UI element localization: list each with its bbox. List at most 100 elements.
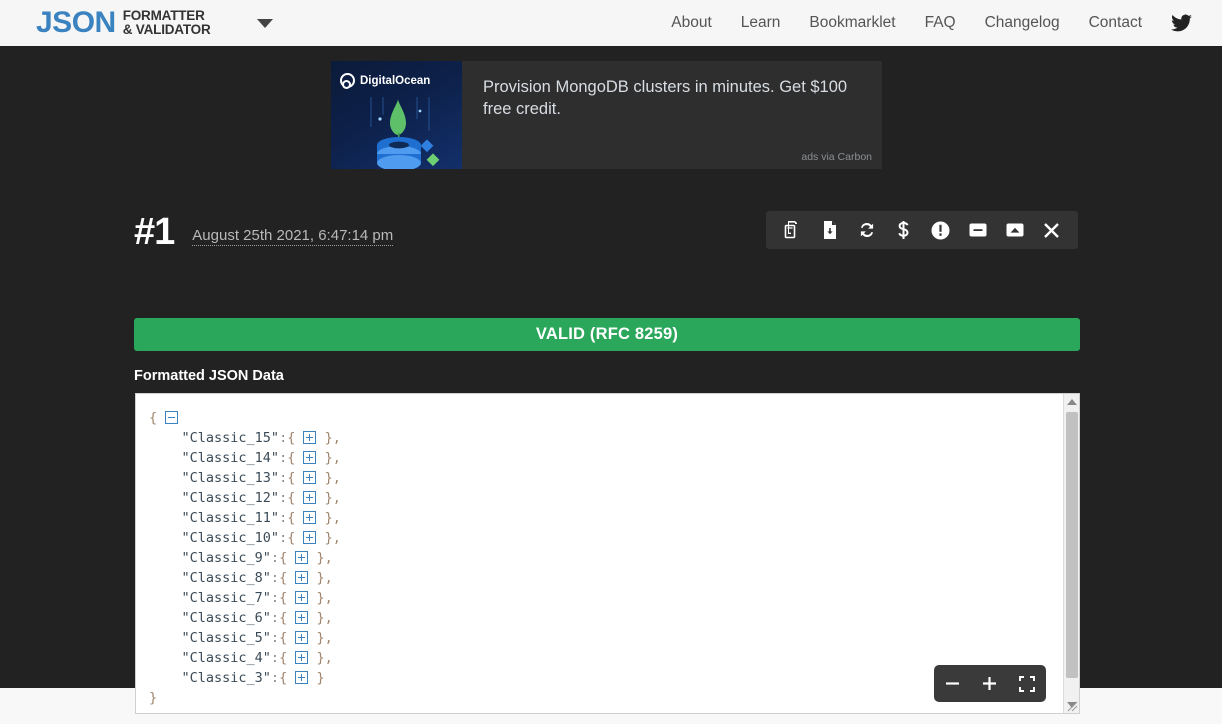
json-key: "Classic_14" — [181, 450, 280, 466]
nav-link-contact[interactable]: Contact — [1089, 14, 1142, 32]
expand-toggle-10[interactable] — [295, 631, 309, 644]
nav-link-bookmarklet[interactable]: Bookmarklet — [809, 14, 895, 32]
plus-icon[interactable] — [976, 670, 1004, 698]
json-colon: : — [270, 610, 280, 626]
collapse-toggle-root[interactable] — [165, 411, 179, 424]
expand-toggle-0[interactable] — [303, 431, 317, 444]
json-brace-close: } — [324, 470, 333, 486]
json-colon: : — [279, 470, 288, 486]
json-comma: , — [324, 630, 333, 646]
expand-toggle-7[interactable] — [295, 571, 309, 584]
json-brace-close: } — [324, 450, 333, 466]
json-brace-open: { — [279, 610, 288, 626]
expand-toggle-2[interactable] — [303, 471, 317, 484]
json-code-area[interactable]: { "Classic_15":{ }, "Classic_14":{ }, "C… — [136, 394, 1051, 713]
json-root-open-line: { — [149, 408, 1051, 428]
resize-grip-icon[interactable] — [1064, 698, 1078, 712]
json-key: "Classic_11" — [181, 510, 280, 526]
json-colon: : — [279, 530, 288, 546]
expand-toggle-3[interactable] — [303, 491, 317, 504]
expand-toggle-12[interactable] — [295, 671, 309, 684]
json-key: "Classic_3" — [181, 670, 271, 686]
json-key: "Classic_13" — [181, 470, 280, 486]
json-brace-close: } — [316, 570, 325, 586]
json-entry-line: "Classic_13":{ }, — [149, 468, 1051, 488]
ad-attribution[interactable]: ads via Carbon — [801, 151, 872, 163]
expand-toggle-5[interactable] — [303, 531, 317, 544]
editor-scrollbar[interactable] — [1063, 394, 1079, 713]
json-key: "Classic_8" — [181, 570, 271, 586]
image-icon[interactable] — [1002, 217, 1028, 243]
json-brace: { — [149, 410, 158, 426]
nav-link-about[interactable]: About — [671, 14, 712, 32]
scroll-up-arrow-icon[interactable] — [1064, 394, 1079, 410]
formatted-json-label: Formatted JSON Data — [134, 368, 284, 384]
json-brace-close: } — [316, 590, 325, 606]
json-brace-close: } — [316, 670, 325, 686]
nav-link-faq[interactable]: FAQ — [925, 14, 956, 32]
dollar-icon[interactable] — [891, 217, 917, 243]
page-body: DigitalOcean Provision MongoDB clusters … — [0, 46, 1222, 714]
json-key: "Classic_4" — [181, 650, 271, 666]
expand-toggle-1[interactable] — [303, 451, 317, 464]
minus-icon[interactable] — [939, 670, 967, 698]
alert-circle-icon[interactable] — [928, 217, 954, 243]
caret-down-icon[interactable] — [256, 18, 273, 28]
json-brace-open: { — [279, 650, 288, 666]
ad-headline[interactable]: Provision MongoDB clusters in minutes. G… — [483, 77, 853, 121]
editor-zoom-controls — [934, 665, 1046, 702]
expand-toggle-11[interactable] — [295, 651, 309, 664]
scrollbar-thumb[interactable] — [1066, 412, 1078, 678]
site-logo[interactable]: JSON FORMATTER & VALIDATOR — [36, 8, 211, 38]
nav-link-learn[interactable]: Learn — [741, 14, 781, 32]
json-colon: : — [279, 490, 288, 506]
copy-icon[interactable] — [780, 217, 806, 243]
json-comma: , — [324, 590, 333, 606]
json-comma: , — [332, 450, 341, 466]
json-key: "Classic_5" — [181, 630, 271, 646]
json-key: "Classic_15" — [181, 430, 280, 446]
json-entry-line: "Classic_14":{ }, — [149, 448, 1051, 468]
json-brace-close: } — [316, 650, 325, 666]
json-comma: , — [332, 430, 341, 446]
json-brace: } — [149, 690, 158, 706]
nav-link-changelog[interactable]: Changelog — [985, 14, 1060, 32]
fullscreen-icon[interactable] — [1013, 670, 1041, 698]
json-brace-open: { — [287, 530, 296, 546]
download-file-icon[interactable] — [817, 217, 843, 243]
json-colon: : — [270, 570, 280, 586]
close-icon[interactable] — [1039, 217, 1065, 243]
logo-json-text: JSON — [36, 6, 116, 39]
ad-image[interactable]: DigitalOcean — [331, 61, 462, 169]
twitter-icon[interactable] — [1171, 14, 1192, 32]
expand-toggle-6[interactable] — [295, 551, 309, 564]
json-colon: : — [270, 670, 280, 686]
json-brace-close: } — [324, 530, 333, 546]
json-brace-open: { — [287, 430, 296, 446]
json-comma: , — [332, 470, 341, 486]
json-entry-line: "Classic_7":{ }, — [149, 588, 1051, 608]
json-brace-open: { — [287, 490, 296, 506]
json-brace-open: { — [279, 550, 288, 566]
json-colon: : — [279, 450, 288, 466]
result-timestamp[interactable]: August 25th 2021, 6:47:14 pm — [192, 227, 394, 246]
mongodb-database-illustration — [370, 97, 440, 169]
expand-toggle-4[interactable] — [303, 511, 317, 524]
json-entry-line: "Classic_8":{ }, — [149, 568, 1051, 588]
json-editor[interactable]: { "Classic_15":{ }, "Classic_14":{ }, "C… — [135, 393, 1080, 714]
json-root-close-line: } — [149, 688, 1051, 708]
result-toolbar — [766, 211, 1078, 249]
json-comma: , — [332, 530, 341, 546]
logo-subtitle-line1: FORMATTER — [122, 7, 205, 23]
json-brace-open: { — [279, 570, 288, 586]
json-brace-close: } — [316, 610, 325, 626]
json-colon: : — [270, 650, 280, 666]
minus-square-icon[interactable] — [965, 217, 991, 243]
json-brace-open: { — [279, 590, 288, 606]
expand-toggle-9[interactable] — [295, 611, 309, 624]
json-colon: : — [270, 590, 280, 606]
refresh-icon[interactable] — [854, 217, 880, 243]
json-brace-close: } — [324, 510, 333, 526]
expand-toggle-8[interactable] — [295, 591, 309, 604]
carbon-ad[interactable]: DigitalOcean Provision MongoDB clusters … — [331, 61, 882, 169]
